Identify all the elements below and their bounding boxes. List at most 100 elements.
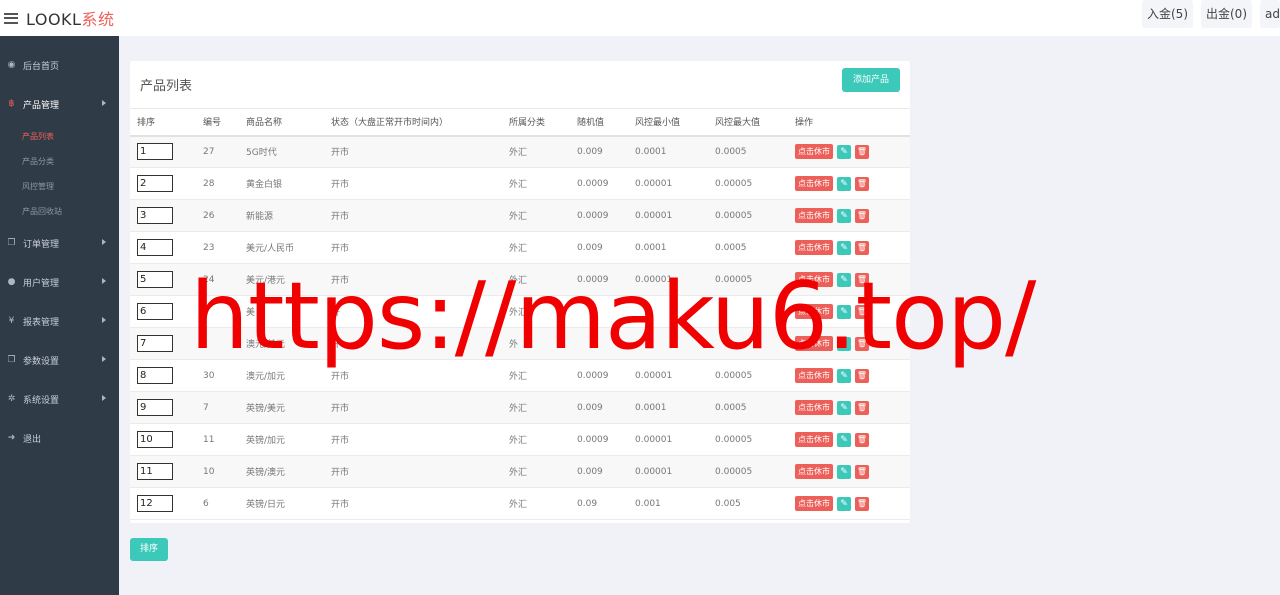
- trash-icon[interactable]: 🗑: [855, 432, 869, 447]
- product-name: 英镑/澳元: [239, 455, 324, 488]
- table-row: 26新能源开市外汇0.00090.000010.00005 点击休市 ✎ 🗑: [130, 199, 910, 232]
- risk-min-value: 0.00001: [628, 359, 708, 392]
- close-market-button[interactable]: 点击休市: [795, 336, 833, 351]
- product-list-panel: 产品列表 添加产品 排序 编号 商品名称 状态（大盘正常开市时间内） 所属分类 …: [130, 61, 910, 523]
- sort-order-input[interactable]: [137, 495, 173, 512]
- sort-order-input[interactable]: [137, 335, 173, 352]
- edit-icon[interactable]: ✎: [837, 400, 851, 415]
- product-name: 美元/人民币: [239, 231, 324, 264]
- table-row: 23美元/人民币开市外汇0.0090.00010.0005 点击休市 ✎ 🗑: [130, 231, 910, 264]
- edit-icon[interactable]: ✎: [837, 208, 851, 223]
- sidebar-subitem-product-list[interactable]: 产品列表: [0, 124, 119, 149]
- sidebar-subitem-recycle-bin[interactable]: 产品回收站: [0, 199, 119, 224]
- sidebar-item-users[interactable]: ● 用户管理: [0, 263, 119, 302]
- trash-icon[interactable]: 🗑: [855, 304, 869, 319]
- sidebar-item-orders[interactable]: ❐ 订单管理: [0, 224, 119, 263]
- col-category: 所属分类: [502, 108, 570, 137]
- product-name: 澳元/加元: [239, 359, 324, 392]
- trash-icon[interactable]: 🗑: [855, 208, 869, 223]
- close-market-button[interactable]: 点击休市: [795, 272, 833, 287]
- close-market-button[interactable]: 点击休市: [795, 144, 833, 160]
- trash-icon[interactable]: 🗑: [855, 368, 869, 383]
- trash-icon[interactable]: 🗑: [855, 144, 869, 159]
- product-name: 黄金白银: [239, 167, 324, 200]
- close-market-button[interactable]: 点击休市: [795, 464, 833, 479]
- deposit-button[interactable]: 入金(5): [1142, 0, 1193, 28]
- actions-cell: 点击休市 ✎ 🗑: [788, 423, 910, 456]
- risk-max-value: 0.00005: [708, 423, 788, 456]
- risk-max-value: 0.0005: [708, 135, 788, 168]
- product-name: 5G时代: [239, 135, 324, 168]
- sidebar-subitem-product-category[interactable]: 产品分类: [0, 149, 119, 174]
- product-status: 开: [324, 295, 502, 328]
- edit-icon[interactable]: ✎: [837, 144, 851, 159]
- risk-max-value: 0.0005: [708, 391, 788, 424]
- risk-min-value: 0.0001: [628, 231, 708, 264]
- trash-icon[interactable]: 🗑: [855, 240, 869, 255]
- close-market-button[interactable]: 点击休市: [795, 400, 833, 415]
- edit-icon[interactable]: ✎: [837, 336, 851, 351]
- product-status: 开: [324, 327, 502, 360]
- brand-accent: 系统: [81, 10, 115, 29]
- sort-order-input[interactable]: [137, 271, 173, 288]
- col-actions: 操作: [788, 108, 910, 137]
- sort-order-input[interactable]: [137, 239, 173, 256]
- edit-icon[interactable]: ✎: [837, 240, 851, 255]
- sort-cell: [130, 231, 196, 264]
- close-market-button[interactable]: 点击休市: [795, 496, 833, 511]
- close-market-button[interactable]: 点击休市: [795, 208, 833, 223]
- sort-order-input[interactable]: [137, 143, 173, 161]
- menu-toggle-icon[interactable]: [4, 12, 18, 24]
- caret-right-icon: [102, 239, 106, 245]
- close-market-button[interactable]: 点击休市: [795, 368, 833, 383]
- product-category: 外: [502, 327, 570, 360]
- sort-order-input[interactable]: [137, 463, 173, 480]
- risk-max-value: 0.00005: [708, 359, 788, 392]
- sidebar-subitem-risk-control[interactable]: 风控管理: [0, 174, 119, 199]
- sort-order-input[interactable]: [137, 303, 173, 320]
- close-market-button[interactable]: 点击休市: [795, 304, 833, 319]
- trash-icon[interactable]: 🗑: [855, 496, 869, 511]
- table-row: 6英镑/日元开市外汇0.090.0010.005 点击休市 ✎ 🗑: [130, 487, 910, 520]
- edit-icon[interactable]: ✎: [837, 304, 851, 319]
- product-name: 澳元/美元: [239, 327, 324, 360]
- edit-icon[interactable]: ✎: [837, 176, 851, 191]
- edit-icon[interactable]: ✎: [837, 368, 851, 383]
- table-row: 7英镑/美元开市外汇0.0090.00010.0005 点击休市 ✎ 🗑: [130, 391, 910, 424]
- sidebar-item-dashboard[interactable]: ◉ 后台首页: [0, 46, 119, 85]
- random-value: 0.0009: [570, 359, 628, 392]
- add-product-button[interactable]: 添加产品: [842, 68, 900, 92]
- sort-order-input[interactable]: [137, 175, 173, 192]
- trash-icon[interactable]: 🗑: [855, 400, 869, 415]
- sort-submit-button[interactable]: 排序: [130, 538, 168, 561]
- risk-max-value: 0.00005: [708, 263, 788, 296]
- sort-order-input[interactable]: [137, 207, 173, 224]
- product-name: 英镑/美元: [239, 391, 324, 424]
- trash-icon[interactable]: 🗑: [855, 176, 869, 191]
- edit-icon[interactable]: ✎: [837, 432, 851, 447]
- sidebar-item-reports[interactable]: ¥ 报表管理: [0, 302, 119, 341]
- risk-min-value: [628, 295, 708, 328]
- sidebar-item-system[interactable]: ✲ 系统设置: [0, 380, 119, 419]
- edit-icon[interactable]: ✎: [837, 464, 851, 479]
- close-market-button[interactable]: 点击休市: [795, 176, 833, 191]
- edit-icon[interactable]: ✎: [837, 272, 851, 287]
- page-title: 产品列表: [140, 79, 193, 94]
- trash-icon[interactable]: 🗑: [855, 272, 869, 287]
- sort-cell: [130, 359, 196, 392]
- close-market-button[interactable]: 点击休市: [795, 240, 833, 255]
- withdraw-button[interactable]: 出金(0): [1201, 0, 1252, 28]
- sort-order-input[interactable]: [137, 431, 173, 448]
- trash-icon[interactable]: 🗑: [855, 336, 869, 351]
- sidebar-item-products[interactable]: ฿ 产品管理: [0, 85, 119, 124]
- edit-icon[interactable]: ✎: [837, 496, 851, 511]
- sort-cell: [130, 423, 196, 456]
- trash-icon[interactable]: 🗑: [855, 464, 869, 479]
- close-market-button[interactable]: 点击休市: [795, 432, 833, 447]
- sidebar-item-logout[interactable]: ➜ 退出: [0, 419, 119, 458]
- user-menu-button[interactable]: admin: [1260, 0, 1280, 28]
- sort-order-input[interactable]: [137, 367, 173, 384]
- sidebar-item-params[interactable]: ❐ 参数设置: [0, 341, 119, 380]
- random-value: 0.009: [570, 455, 628, 488]
- sort-order-input[interactable]: [137, 399, 173, 416]
